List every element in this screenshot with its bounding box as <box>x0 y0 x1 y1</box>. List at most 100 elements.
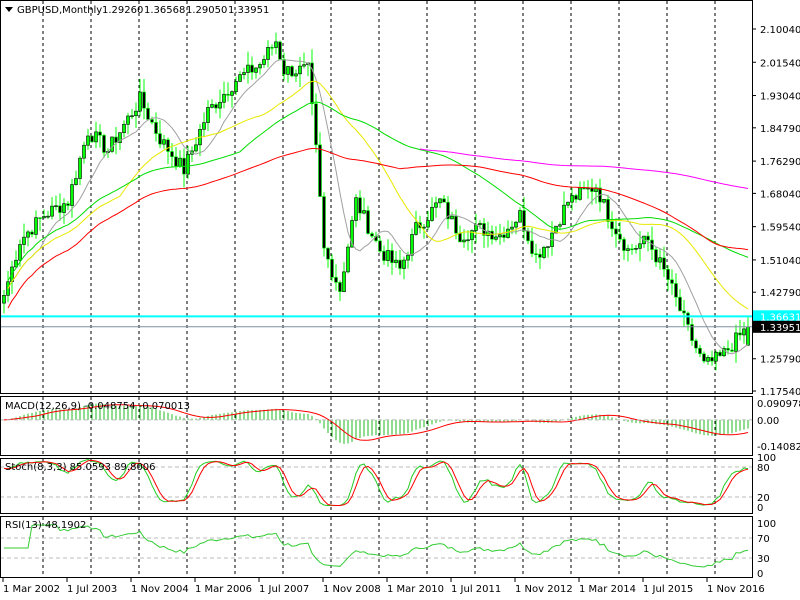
candle <box>518 210 522 223</box>
candle <box>574 195 578 200</box>
price-tick-label: 1.17540 <box>760 387 800 398</box>
candle <box>62 203 66 213</box>
candle <box>738 332 742 336</box>
candle <box>238 74 242 82</box>
candle <box>162 139 166 145</box>
macd-axis-label: 0.00 <box>757 416 779 427</box>
candle <box>114 136 118 143</box>
price-tick-label: 1.51040 <box>760 256 800 267</box>
candle <box>638 243 642 249</box>
candle <box>378 240 382 252</box>
candle <box>50 205 54 217</box>
candle <box>454 215 458 234</box>
candle <box>358 197 362 214</box>
candle <box>154 122 158 134</box>
rsi-line <box>4 524 749 568</box>
candle <box>54 205 58 208</box>
candle <box>258 64 262 69</box>
candle <box>558 224 562 227</box>
candle <box>338 282 342 292</box>
price-tick-label: 1.93040 <box>760 92 800 103</box>
candle <box>718 351 722 357</box>
time-axis-label: 1 Nov 2008 <box>323 584 381 595</box>
candle <box>450 215 454 220</box>
candle <box>606 199 610 222</box>
candle <box>670 279 674 284</box>
candle <box>346 246 350 273</box>
time-axis-label: 1 Jul 2003 <box>67 584 117 595</box>
candle <box>410 234 414 256</box>
candle <box>226 93 230 96</box>
candle <box>570 195 574 203</box>
candle <box>706 357 710 362</box>
candle <box>270 47 274 49</box>
rsi-label: RSI(13) 48.1902 <box>5 520 86 531</box>
candle <box>46 215 50 218</box>
candle <box>166 139 170 152</box>
candle <box>466 239 470 242</box>
candle <box>406 254 410 261</box>
candle <box>146 107 150 120</box>
rsi-panel[interactable] <box>0 524 752 568</box>
candle <box>102 135 106 153</box>
candle <box>302 64 306 67</box>
price-tick-label: 1.76290 <box>760 157 800 168</box>
candle <box>222 93 226 103</box>
candle <box>402 259 406 269</box>
candle <box>430 206 434 221</box>
candle <box>2 295 6 304</box>
candle <box>634 248 638 250</box>
price-panel[interactable] <box>0 32 752 371</box>
candle <box>90 135 94 143</box>
candle <box>138 91 142 112</box>
candle <box>130 115 134 118</box>
close-value: 1.33951 <box>228 5 269 16</box>
time-axis-label: 1 Mar 2006 <box>195 584 252 595</box>
candle <box>522 210 526 232</box>
time-axis-label: 1 Jul 2007 <box>259 584 309 595</box>
candle <box>38 217 42 219</box>
candle <box>206 106 210 123</box>
candle <box>22 236 26 245</box>
macd-label: MACD(12,26,9) -0.048754 -0.070013 <box>5 401 190 412</box>
candle <box>110 136 114 152</box>
price-tick-label: 1.84790 <box>760 124 800 135</box>
rsi-axis-label: 70 <box>757 534 770 545</box>
time-axis-label: 1 Mar 2010 <box>387 584 444 595</box>
time-axis-label: 1 Nov 2004 <box>131 584 189 595</box>
candle <box>506 228 510 238</box>
candle <box>618 233 622 240</box>
candle <box>34 217 38 235</box>
candle <box>386 250 390 261</box>
candle <box>582 187 586 190</box>
candle <box>74 178 78 185</box>
symbol-label: GBPUSD,Monthly <box>17 5 102 16</box>
triangle-down-icon[interactable] <box>5 7 13 12</box>
ma-30-line <box>7 80 749 310</box>
stoch-axis-label: 80 <box>757 463 770 474</box>
candle <box>514 221 518 228</box>
candle <box>142 91 146 109</box>
macd-axis-label: 0.090978 <box>757 399 800 410</box>
candle <box>490 230 494 240</box>
candle <box>398 259 402 269</box>
candle <box>274 41 278 48</box>
candle <box>698 347 702 355</box>
candle <box>26 231 30 238</box>
candle <box>414 222 418 235</box>
candle <box>202 122 206 130</box>
candle <box>746 326 750 346</box>
candle <box>322 196 326 249</box>
rsi-axis-label: 0 <box>757 569 763 580</box>
candle <box>442 198 446 203</box>
candle <box>526 230 530 242</box>
candle <box>318 144 322 197</box>
candle <box>294 73 298 77</box>
time-axis-label: 1 Jul 2011 <box>451 584 501 595</box>
candle <box>94 131 98 143</box>
trading-chart[interactable]: 2.10040 2.01540 1.93040 1.84790 1.76290 1.680… <box>0 0 800 600</box>
candle <box>186 153 190 175</box>
low-value: 1.29050 <box>186 5 227 16</box>
candle <box>730 349 734 352</box>
candle <box>6 281 10 296</box>
